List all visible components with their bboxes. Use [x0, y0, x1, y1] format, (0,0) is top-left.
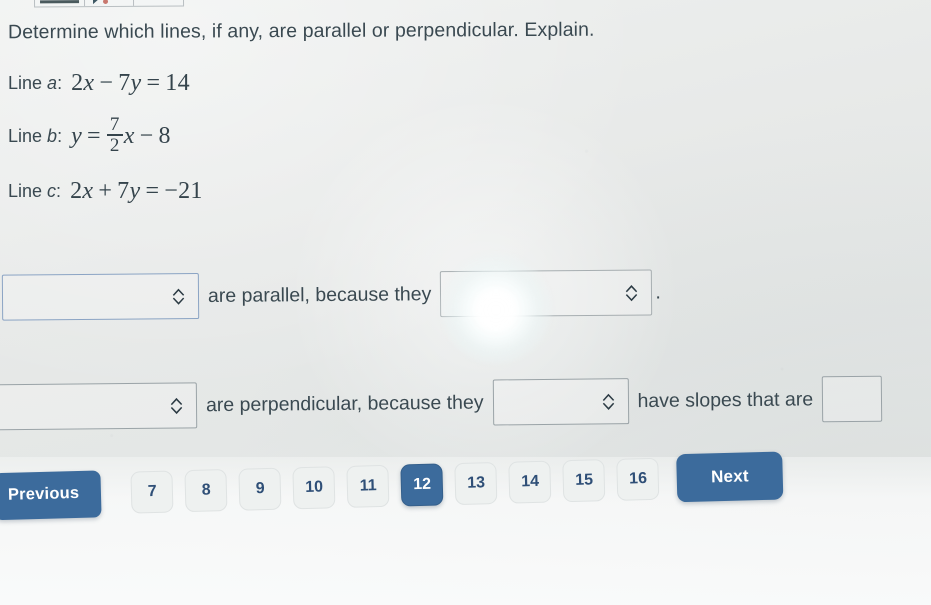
chevron-updown-icon: [169, 396, 184, 415]
line-b-rhs: 8: [158, 122, 171, 149]
line-b-label-colon: :: [57, 125, 63, 146]
next-button[interactable]: Next: [676, 451, 784, 503]
line-c-operator: +: [98, 178, 113, 204]
line-a-label-letter: a: [47, 73, 58, 93]
answer-row-perpendicular: are perpendicular, because they have slo…: [0, 375, 883, 431]
line-a-equation: 2x − 7y = 14: [71, 70, 190, 97]
line-c-coef: 2: [70, 178, 83, 204]
dropdown-perpendicular-slopes[interactable]: [821, 375, 883, 423]
equation-line-b: Line b: y = 7 2 x − 8: [8, 114, 171, 156]
line-c-label-prefix: Line: [8, 181, 43, 201]
text-are-parallel-because: are parallel, because they: [207, 282, 432, 307]
equation-line-c: Line c: 2x + 7y = −21: [8, 178, 203, 205]
line-c-var-x: x: [82, 178, 94, 204]
question-prompt: Determine which lines, if any, are paral…: [7, 18, 595, 44]
page-button-16[interactable]: 16: [616, 457, 660, 501]
line-b-var-x: x: [123, 122, 135, 149]
line-b-operator: −: [139, 122, 154, 149]
page-button-8[interactable]: 8: [184, 469, 228, 513]
line-a-var-y: y: [130, 70, 142, 96]
dropdown-perpendicular-lines[interactable]: [0, 382, 198, 431]
line-c-rhs: −21: [164, 178, 203, 204]
chevron-updown-icon: [624, 283, 639, 302]
previous-button[interactable]: Previous: [0, 469, 102, 520]
dropdown-perpendicular-reason[interactable]: [492, 378, 629, 426]
line-c-label-letter: c: [47, 181, 57, 201]
page-button-11[interactable]: 11: [346, 464, 390, 508]
chevron-updown-icon: [171, 287, 186, 306]
line-b-fraction: 7 2: [106, 114, 123, 156]
answer-row-parallel: are parallel, because they .: [1, 269, 661, 321]
text-are-perpendicular-because: are perpendicular, because they: [205, 391, 484, 416]
line-b-label-prefix: Line: [8, 125, 43, 146]
page-button-10[interactable]: 10: [292, 466, 336, 510]
line-b-fraction-denominator: 2: [109, 134, 120, 156]
page-button-7[interactable]: 7: [130, 470, 174, 514]
dropdown-parallel-lines[interactable]: [1, 273, 200, 321]
chevron-updown-icon: [600, 392, 615, 411]
line-a-label-prefix: Line: [8, 73, 43, 93]
line-b-equals: =: [87, 122, 101, 149]
line-c-equation: 2x + 7y = −21: [70, 178, 203, 205]
line-a-operator: −: [99, 70, 114, 96]
page-button-13[interactable]: 13: [454, 461, 498, 506]
page-button-15[interactable]: 15: [562, 459, 606, 503]
line-c-equals: =: [145, 178, 160, 204]
text-have-slopes-that-are: have slopes that are: [637, 387, 814, 412]
line-a-var-x: x: [83, 70, 95, 96]
line-c-var-y: y: [129, 178, 141, 204]
line-a-coef2: 7: [118, 70, 131, 96]
worksheet-content: Determine which lines, if any, are paral…: [0, 0, 931, 605]
dropdown-parallel-reason[interactable]: [440, 269, 653, 318]
line-a-label-colon: :: [57, 73, 63, 93]
sentence-period: .: [655, 280, 661, 303]
line-a-rhs: 14: [165, 70, 190, 96]
line-b-equation: y = 7 2 x − 8: [71, 114, 171, 156]
page-number-list: 7 8 9 10 11 12 13 14 15 16: [130, 457, 660, 514]
line-c-label: Line c:: [8, 181, 61, 202]
line-c-label-colon: :: [56, 181, 62, 201]
navigation-controls: Previous 7 8 9 10 11 12 13 14 15 16 Next: [0, 437, 931, 531]
line-b-var-y: y: [71, 122, 83, 149]
line-a-equals: =: [146, 70, 161, 96]
bottom-navigation-bar: Previous 7 8 9 10 11 12 13 14 15 16 Next: [0, 451, 931, 605]
equation-line-a: Line a: 2x − 7y = 14: [8, 70, 190, 97]
line-a-label: Line a:: [8, 73, 62, 94]
line-b-label: Line b:: [8, 126, 62, 147]
line-b-label-letter: b: [47, 125, 58, 146]
page-button-12[interactable]: 12: [400, 463, 444, 507]
page-button-9[interactable]: 9: [238, 467, 282, 511]
line-b-fraction-numerator: 7: [109, 114, 120, 135]
page-button-14[interactable]: 14: [508, 460, 552, 504]
line-a-coef: 2: [71, 70, 84, 96]
line-c-coef2: 7: [117, 178, 130, 204]
